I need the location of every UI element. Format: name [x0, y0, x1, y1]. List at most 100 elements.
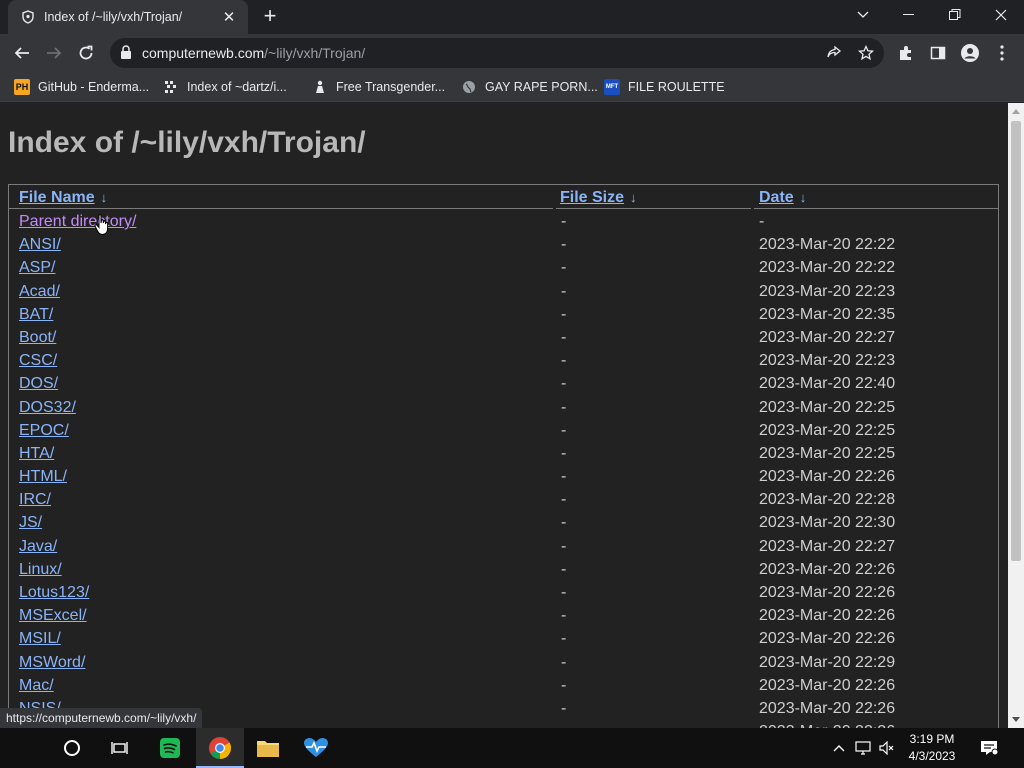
reload-button[interactable]: [72, 39, 100, 67]
table-row: MSExcel/ - 2023-Mar-20 22:26: [9, 604, 1000, 627]
page-title: Index of /~lily/vxh/Trojan/: [8, 126, 366, 159]
file-size-cell: -: [561, 607, 567, 625]
header-label: File Name: [19, 189, 95, 206]
table-row: MSIL/ - 2023-Mar-20 22:26: [9, 627, 1000, 650]
file-name-link[interactable]: HTML/: [19, 468, 67, 486]
page-scrollbar[interactable]: [1008, 103, 1024, 728]
table-row: DOS/ - 2023-Mar-20 22:40: [9, 372, 1000, 395]
file-name-link[interactable]: JS/: [19, 514, 42, 532]
health-monitor-app-icon[interactable]: [292, 728, 340, 768]
table-row: Lotus123/ - 2023-Mar-20 22:26: [9, 581, 1000, 604]
tab-search-icon[interactable]: [840, 0, 886, 30]
scroll-down-arrow-icon[interactable]: [1008, 712, 1024, 728]
column-header-file-name[interactable]: File Name ↓: [19, 189, 107, 207]
file-size-cell: -: [561, 584, 567, 601]
restore-button[interactable]: [932, 0, 978, 30]
chrome-app-icon[interactable]: [196, 728, 244, 768]
scroll-up-arrow-icon[interactable]: [1008, 103, 1024, 119]
clock-date: 4/3/2023: [908, 749, 956, 763]
spotify-app-icon[interactable]: [146, 728, 194, 768]
forward-button[interactable]: [40, 39, 68, 67]
bookmark-item[interactable]: Free Transgender...: [312, 77, 445, 97]
date-cell: 2023-Mar-20 22:26: [759, 607, 896, 625]
file-name-link[interactable]: Boot/: [19, 329, 56, 347]
network-icon[interactable]: [852, 728, 874, 768]
table-row: DOS32/ - 2023-Mar-20 22:25: [9, 396, 1000, 419]
bookmark-star-icon[interactable]: [856, 43, 876, 63]
file-size-cell: -: [561, 352, 567, 370]
file-name-link[interactable]: ASP/: [19, 259, 55, 277]
file-name-link[interactable]: Mac/: [19, 677, 54, 695]
hand-cursor-icon: [94, 214, 110, 236]
date-cell: 2023-Mar-20 22:29: [759, 653, 896, 671]
url-text[interactable]: computernewb.com/~lily/vxh/Trojan/: [142, 45, 365, 61]
date-cell: 2023-Mar-20 22:35: [759, 305, 896, 323]
file-name-link[interactable]: BAT/: [19, 306, 53, 324]
table-row: CSC/ - 2023-Mar-20 22:23: [9, 349, 1000, 372]
cortana-search-icon[interactable]: [48, 728, 96, 768]
clock-time: 3:19 PM: [909, 732, 955, 746]
address-bar[interactable]: computernewb.com/~lily/vxh/Trojan/: [110, 38, 884, 68]
date-cell: 2023-Mar-20 22:26: [759, 676, 896, 694]
tab-strip: Index of /~lily/vxh/Trojan/ ✕ +: [0, 0, 1024, 34]
file-name-link[interactable]: EPOC/: [19, 422, 69, 440]
url-path: /~lily/vxh/Trojan/: [264, 45, 366, 61]
bookmark-item[interactable]: MFT FILE ROULETTE: [604, 77, 725, 97]
windows-taskbar: 3:19 PM 4/3/2023: [0, 728, 1024, 768]
notification-center-icon[interactable]: [976, 728, 1002, 768]
table-row: MSWord/ - 2023-Mar-20 22:29: [9, 651, 1000, 674]
pixel-art-icon: [163, 79, 179, 95]
file-name-link[interactable]: Parent directory/: [19, 213, 136, 231]
file-name-link[interactable]: DOS32/: [19, 399, 76, 417]
volume-muted-icon[interactable]: [876, 728, 898, 768]
page-content: Index of /~lily/vxh/Trojan/ File Name ↓ F…: [0, 103, 1008, 728]
show-hidden-icons-chevron-icon[interactable]: [828, 728, 850, 768]
file-name-link[interactable]: Linux/: [19, 561, 62, 579]
file-name-link[interactable]: MSWord/: [19, 654, 85, 672]
minimize-button[interactable]: [886, 0, 932, 30]
tab-close-icon[interactable]: ✕: [220, 8, 238, 26]
bookmark-item[interactable]: PH GitHub - Enderma...: [14, 77, 149, 97]
file-name-link[interactable]: MSIL/: [19, 630, 61, 648]
system-clock[interactable]: 3:19 PM 4/3/2023: [900, 731, 964, 765]
globe-icon: [461, 79, 477, 95]
side-panel-icon[interactable]: [928, 43, 948, 63]
profile-avatar-icon[interactable]: [960, 43, 980, 63]
file-name-link[interactable]: Acad/: [19, 283, 60, 301]
scroll-thumb[interactable]: [1011, 121, 1021, 561]
column-header-file-size[interactable]: File Size ↓: [560, 189, 637, 207]
bookmark-item[interactable]: Index of ~dartz/i...: [163, 77, 287, 97]
link-status-bubble: https://computernewb.com/~lily/vxh/: [0, 708, 203, 728]
tab-active[interactable]: Index of /~lily/vxh/Trojan/ ✕: [8, 0, 248, 34]
file-name-link[interactable]: Java/: [19, 538, 57, 556]
bookmark-label: FILE ROULETTE: [628, 80, 725, 94]
column-header-date[interactable]: Date ↓: [759, 189, 806, 207]
new-tab-button[interactable]: +: [258, 4, 282, 28]
table-row: Parent directory/ - -: [9, 210, 1000, 233]
file-name-link[interactable]: Lotus123/: [19, 584, 89, 602]
menu-kebab-icon[interactable]: [992, 43, 1012, 63]
file-size-cell: -: [561, 630, 567, 648]
date-cell: 2023-Mar-20 22:25: [759, 398, 896, 416]
file-name-link[interactable]: HTA/: [19, 445, 54, 463]
task-view-icon[interactable]: [96, 728, 144, 768]
file-size-cell: -: [561, 676, 567, 694]
close-window-button[interactable]: [978, 0, 1024, 30]
bookmark-item[interactable]: GAY RAPE PORN...: [461, 77, 598, 97]
extensions-icon[interactable]: [896, 43, 916, 63]
file-name-link[interactable]: ANSI/: [19, 236, 61, 254]
file-name-link[interactable]: DOS/: [19, 375, 58, 393]
file-name-link[interactable]: IRC/: [19, 491, 51, 509]
date-cell: 2023-Mar-20 22:25: [759, 421, 896, 439]
table-row: ASP/ - 2023-Mar-20 22:22: [9, 256, 1000, 279]
back-button[interactable]: [8, 39, 36, 67]
file-name-link[interactable]: CSC/: [19, 352, 57, 370]
table-row: JS/ - 2023-Mar-20 22:30: [9, 511, 1000, 534]
file-name-link[interactable]: MSExcel/: [19, 607, 87, 625]
lock-icon[interactable]: [120, 45, 132, 65]
file-size-cell: -: [561, 468, 567, 486]
date-cell: 2023-Mar-20 22:30: [759, 514, 896, 532]
file-explorer-icon[interactable]: [244, 728, 292, 768]
tab-title: Index of /~lily/vxh/Trojan/: [44, 10, 183, 24]
share-icon[interactable]: [824, 43, 844, 63]
